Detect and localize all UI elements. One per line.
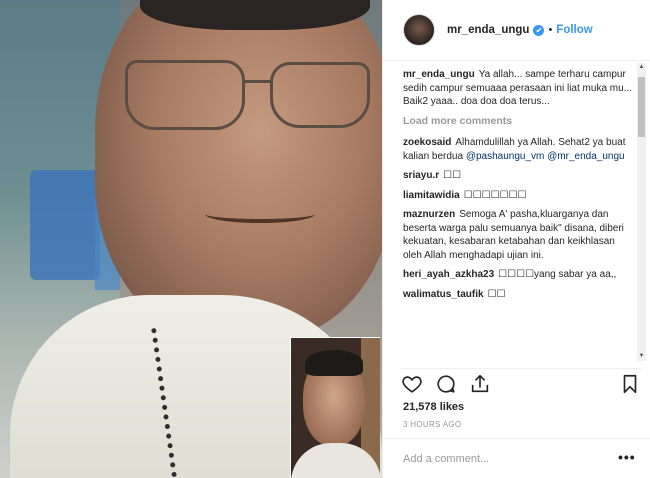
likes-count[interactable]: 21,578 likes xyxy=(403,401,464,413)
bookmark-icon[interactable] xyxy=(619,373,641,395)
list-item: heri_ayah_azkha23 ☐☐☐☐yang sabar ya aa,, xyxy=(403,268,635,282)
like-heart-icon[interactable] xyxy=(401,373,423,395)
comment-username[interactable]: heri_ayah_azkha23 xyxy=(403,269,494,280)
picture-in-picture-video[interactable] xyxy=(290,337,380,478)
more-options-icon[interactable]: ••• xyxy=(618,449,636,465)
post-timestamp[interactable]: 3 HOURS AGO xyxy=(403,420,461,429)
comment-mention[interactable]: @mr_enda_ungu xyxy=(547,151,624,162)
comment-text: ☐☐☐☐☐☐☐ xyxy=(463,189,527,201)
video-background-object xyxy=(30,170,100,280)
comments-scrollbar[interactable]: ▲ ▼ xyxy=(637,63,646,361)
video-person-mouth xyxy=(205,205,315,223)
add-comment-bar: ••• xyxy=(383,438,650,478)
comment-username[interactable]: maznurzen xyxy=(403,209,455,220)
comment-username[interactable]: walimatus_taufik xyxy=(403,289,484,300)
comment-username[interactable]: sriayu.r xyxy=(403,170,439,181)
header-username[interactable]: mr_enda_ungu xyxy=(447,24,529,36)
glasses-left-lens xyxy=(125,60,245,130)
caption: mr_enda_ungu Ya allah... sampe terharu ca… xyxy=(403,68,635,109)
follow-button[interactable]: Follow xyxy=(556,24,592,36)
video-person-face xyxy=(95,0,382,340)
add-comment-input[interactable] xyxy=(403,450,603,468)
glasses-bridge xyxy=(243,80,273,83)
load-more-comments-button[interactable]: Load more comments xyxy=(403,115,635,129)
pip-person-hair xyxy=(305,350,363,376)
avatar[interactable] xyxy=(403,14,435,46)
scroll-down-arrow-icon[interactable]: ▼ xyxy=(637,352,646,361)
post-video[interactable] xyxy=(0,0,382,478)
comment-bubble-icon[interactable] xyxy=(435,373,457,395)
post-header: mr_enda_ungu ✔ • Follow xyxy=(383,0,650,61)
comment-mention[interactable]: @pashaungu_vm xyxy=(466,151,545,162)
post-panel: mr_enda_ungu ✔ • Follow mr_enda_ungu Ya a… xyxy=(382,0,650,478)
scrollbar-thumb[interactable] xyxy=(638,77,645,137)
list-item: walimatus_taufik ☐☐ xyxy=(403,288,635,302)
separator-dot: • xyxy=(548,24,553,36)
comment-text: ☐☐ xyxy=(487,288,506,300)
comment-username[interactable]: zoekosaid xyxy=(403,137,451,148)
list-item: sriayu.r ☐☐ xyxy=(403,169,635,183)
comment-username[interactable]: liamitawidia xyxy=(403,190,460,201)
share-icon[interactable] xyxy=(469,373,491,395)
comment-text: ☐☐☐☐yang sabar ya aa,, xyxy=(498,269,617,280)
comments-list: mr_enda_ungu Ya allah... sampe terharu ca… xyxy=(403,68,635,360)
scroll-up-arrow-icon[interactable]: ▲ xyxy=(637,63,646,72)
list-item: liamitawidia ☐☐☐☐☐☐☐ xyxy=(403,189,635,203)
list-item: maznurzen Semoga A' pasha,kluarganya dan … xyxy=(403,208,635,262)
caption-username[interactable]: mr_enda_ungu xyxy=(403,69,475,80)
comment-text: ☐☐ xyxy=(443,170,462,181)
verified-badge-icon: ✔ xyxy=(533,24,545,36)
list-item: zoekosaid Alhamdulillah ya Allah. Sehat2 … xyxy=(403,136,635,163)
glasses-right-lens xyxy=(270,62,370,128)
action-bar xyxy=(401,368,641,398)
